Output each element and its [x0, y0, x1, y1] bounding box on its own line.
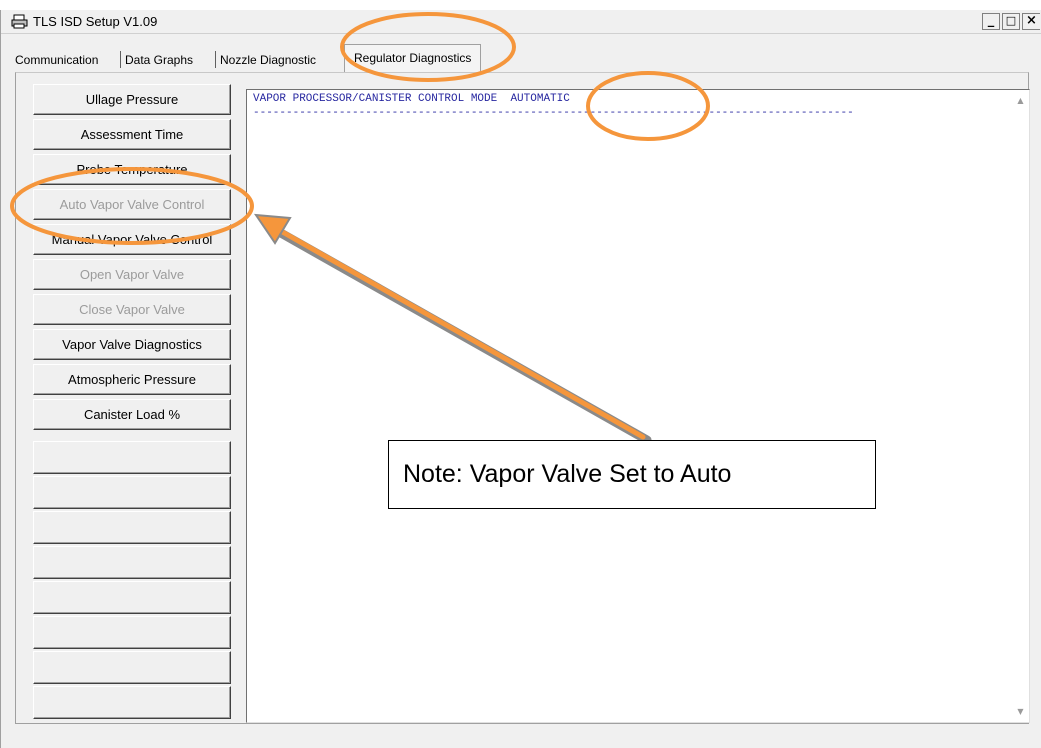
scroll-down-icon[interactable]: ▼	[1016, 707, 1025, 716]
output-text-area[interactable]: VAPOR PROCESSOR/CANISTER CONTROL MODE AU…	[246, 89, 1030, 723]
button-probe-temperature[interactable]: Probe Temperature	[33, 154, 231, 185]
button-atmospheric-pressure[interactable]: Atmospheric Pressure	[33, 364, 231, 395]
blank-button[interactable]	[33, 616, 231, 649]
control-mode-value: AUTOMATIC	[510, 93, 570, 105]
close-button[interactable]: ×	[1022, 13, 1040, 30]
maximize-button[interactable]: □	[1002, 13, 1020, 30]
button-ullage-pressure[interactable]: Ullage Pressure	[33, 84, 231, 115]
button-canister-load[interactable]: Canister Load %	[33, 399, 231, 430]
control-mode-label: VAPOR PROCESSOR/CANISTER CONTROL MODE	[253, 93, 498, 105]
blank-button[interactable]	[33, 511, 231, 544]
app-window: TLS ISD Setup V1.09 _ □ × Communication …	[0, 10, 1041, 748]
minimize-button[interactable]: _	[982, 13, 1000, 30]
tab-separator	[120, 51, 121, 68]
page-header-clipped	[0, 0, 1041, 10]
tab-communication[interactable]: Communication	[15, 48, 98, 72]
blank-button[interactable]	[33, 651, 231, 684]
scroll-up-icon[interactable]: ▲	[1016, 96, 1025, 105]
title-bar: TLS ISD Setup V1.09 _ □ ×	[1, 10, 1041, 34]
printer-icon	[11, 14, 28, 29]
tab-separator	[215, 51, 216, 68]
annotation-note: Note: Vapor Valve Set to Auto	[388, 440, 876, 509]
button-assessment-time[interactable]: Assessment Time	[33, 119, 231, 150]
button-open-vapor-valve: Open Vapor Valve	[33, 259, 231, 290]
window-title: TLS ISD Setup V1.09	[33, 14, 158, 29]
tab-nozzle-diagnostic[interactable]: Nozzle Diagnostic	[220, 48, 316, 72]
vertical-scrollbar[interactable]: ▲ ▼	[1012, 90, 1029, 722]
tab-regulator-diagnostics[interactable]: Regulator Diagnostics	[344, 44, 482, 73]
blank-button[interactable]	[33, 546, 231, 579]
tab-data-graphs[interactable]: Data Graphs	[125, 48, 193, 72]
separator-line: ----------------------------------------…	[253, 107, 854, 119]
blank-button[interactable]	[33, 476, 231, 509]
blank-button[interactable]	[33, 581, 231, 614]
blank-button[interactable]	[33, 441, 231, 474]
blank-button[interactable]	[33, 686, 231, 719]
button-close-vapor-valve: Close Vapor Valve	[33, 294, 231, 325]
tab-panel: Ullage Pressure Assessment Time Probe Temp…	[15, 72, 1030, 724]
button-auto-vapor-valve-control: Auto Vapor Valve Control	[33, 189, 231, 220]
button-manual-vapor-valve-control[interactable]: Manual Vapor Valve Control	[33, 224, 231, 255]
control-mode-line: VAPOR PROCESSOR/CANISTER CONTROL MODE AU…	[253, 93, 570, 105]
button-vapor-valve-diagnostics[interactable]: Vapor Valve Diagnostics	[33, 329, 231, 360]
